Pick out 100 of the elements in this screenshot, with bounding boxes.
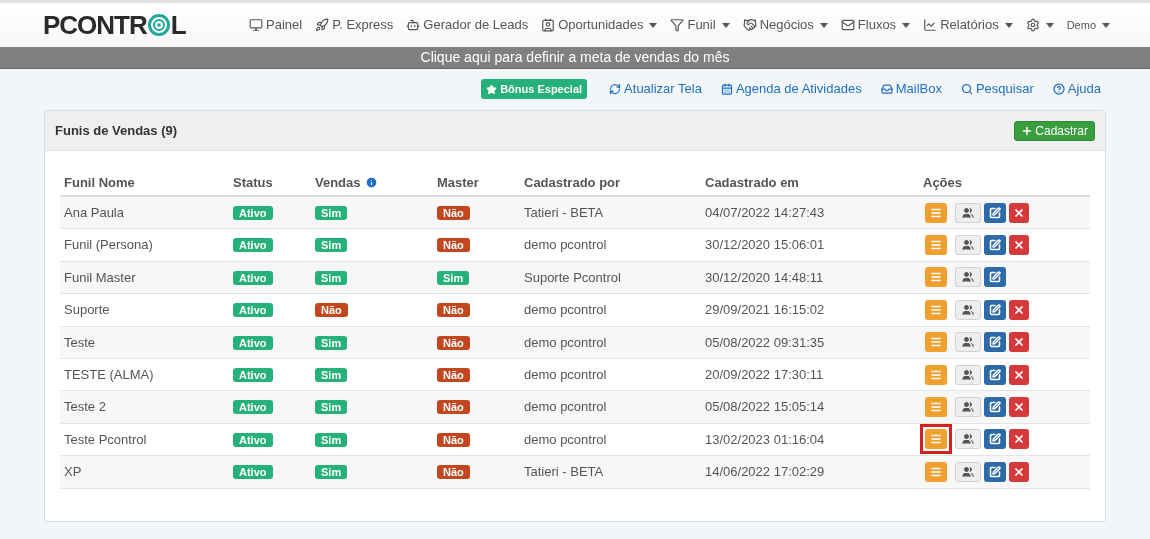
toolbar-link[interactable]: MailBox	[880, 79, 942, 99]
status-badge: Sim	[437, 270, 470, 285]
edit-icon	[989, 368, 1001, 381]
table-cell: 05/08/2022 09:31:35	[705, 334, 825, 350]
table-cell: Funil Master	[64, 269, 136, 285]
status-badge: Não	[437, 367, 470, 382]
status-badge: Ativo	[233, 205, 273, 220]
close-icon	[1013, 206, 1025, 219]
nav-menu-item[interactable]: P. Express	[315, 15, 394, 35]
menu-icon	[930, 206, 942, 219]
nav-menu-item[interactable]: Gerador de Leads	[406, 15, 529, 35]
line-chart-icon	[923, 18, 938, 32]
table-cell: demo pcontrol	[524, 237, 607, 253]
table-cell: Teste 2	[64, 399, 106, 415]
user-menu[interactable]: Demo	[1066, 16, 1110, 34]
users-icon	[962, 303, 974, 316]
edit-button[interactable]	[984, 299, 1006, 320]
users-button[interactable]	[955, 267, 981, 288]
users-button[interactable]	[955, 429, 981, 450]
column-header: Status	[233, 173, 273, 192]
calendar-icon	[720, 83, 733, 95]
toolbar-link[interactable]: Atualizar Tela	[609, 79, 702, 99]
nav-menu-item[interactable]: Relatórios	[923, 15, 1013, 35]
close-icon	[1013, 239, 1025, 252]
logo[interactable]: PCONTR L	[43, 5, 186, 45]
edit-button[interactable]	[984, 235, 1006, 256]
table-cell: demo pcontrol	[524, 431, 607, 447]
delete-button[interactable]	[1009, 332, 1029, 353]
delete-button[interactable]	[1009, 364, 1029, 385]
users-button[interactable]	[955, 364, 981, 385]
table-cell: Suporte Pcontrol	[524, 269, 621, 285]
inbox-icon	[880, 83, 893, 95]
users-button[interactable]	[955, 397, 981, 418]
table-cell: Ana Paula	[64, 204, 124, 220]
caret-icon	[1045, 22, 1054, 28]
menu-icon	[930, 239, 942, 252]
table-cell: Funil (Persona)	[64, 237, 153, 253]
status-badge: Não	[315, 303, 348, 318]
users-button[interactable]	[955, 332, 981, 353]
status-badge: Sim	[315, 205, 348, 220]
edit-button[interactable]	[984, 397, 1006, 418]
edit-button[interactable]	[984, 267, 1006, 288]
delete-button[interactable]	[1009, 202, 1029, 223]
status-badge: Sim	[315, 432, 348, 447]
users-icon	[962, 465, 974, 478]
status-badge: Não	[437, 238, 470, 253]
table-cell: 30/12/2020 14:48:11	[705, 269, 824, 285]
edit-icon	[989, 433, 1001, 446]
users-button[interactable]	[955, 461, 981, 482]
help-icon	[1052, 83, 1065, 95]
status-badge: Ativo	[233, 465, 273, 480]
search-icon	[960, 83, 973, 95]
users-icon	[962, 239, 974, 252]
users-button[interactable]	[955, 202, 981, 223]
users-button[interactable]	[955, 235, 981, 256]
plus-icon	[1021, 124, 1034, 137]
delete-button[interactable]	[1009, 429, 1029, 450]
sales-goal-banner[interactable]: Clique aqui para definir a meta de vendas do mês	[0, 47, 1150, 69]
star-icon	[486, 83, 498, 95]
users-button[interactable]	[955, 299, 981, 320]
close-icon	[1013, 303, 1025, 316]
delete-button[interactable]	[1009, 397, 1029, 418]
nav-menu-item[interactable]: Oportunidades	[541, 15, 658, 35]
table-cell: 05/08/2022 15:05:14	[705, 399, 825, 415]
rocket-icon	[315, 18, 330, 32]
nav-menu-item[interactable]: Painel	[249, 15, 303, 35]
column-header: Cadastrado em	[705, 173, 799, 192]
settings-menu[interactable]	[1025, 18, 1054, 32]
edit-icon	[989, 401, 1001, 414]
status-badge: Sim	[315, 335, 348, 350]
delete-button[interactable]	[1009, 461, 1029, 482]
users-icon	[962, 433, 974, 446]
edit-button[interactable]	[984, 461, 1006, 482]
edit-button[interactable]	[984, 364, 1006, 385]
edit-button[interactable]	[984, 202, 1006, 223]
table-cell: demo pcontrol	[524, 302, 607, 318]
nav-menu-item[interactable]: Negócios	[742, 15, 828, 35]
delete-button[interactable]	[1009, 235, 1029, 256]
table-cell: Teste Pcontrol	[64, 431, 147, 447]
edit-button[interactable]	[984, 429, 1006, 450]
monitor-icon	[249, 18, 264, 32]
table-cell: Tatieri - BETA	[524, 204, 604, 220]
toolbar-link[interactable]: Agenda de Atividades	[720, 79, 862, 99]
status-badge: Sim	[315, 465, 348, 480]
table-cell: Teste	[64, 334, 96, 350]
status-badge: Não	[437, 205, 470, 220]
envelope-icon	[840, 18, 855, 32]
status-badge: Ativo	[233, 303, 273, 318]
table-cell: 30/12/2020 15:06:01	[705, 237, 825, 253]
menu-icon	[930, 433, 942, 446]
status-badge: Sim	[315, 238, 348, 253]
edit-button[interactable]	[984, 332, 1006, 353]
status-badge: Não	[437, 335, 470, 350]
toolbar-link[interactable]: Pesquisar	[960, 79, 1034, 99]
caret-icon	[721, 22, 730, 28]
nav-menu-item[interactable]: Funil	[670, 15, 730, 35]
delete-button[interactable]	[1009, 299, 1029, 320]
status-badge: Não	[437, 465, 470, 480]
toolbar-link[interactable]: Ajuda	[1052, 79, 1101, 99]
nav-menu-item[interactable]: Fluxos	[840, 15, 911, 35]
